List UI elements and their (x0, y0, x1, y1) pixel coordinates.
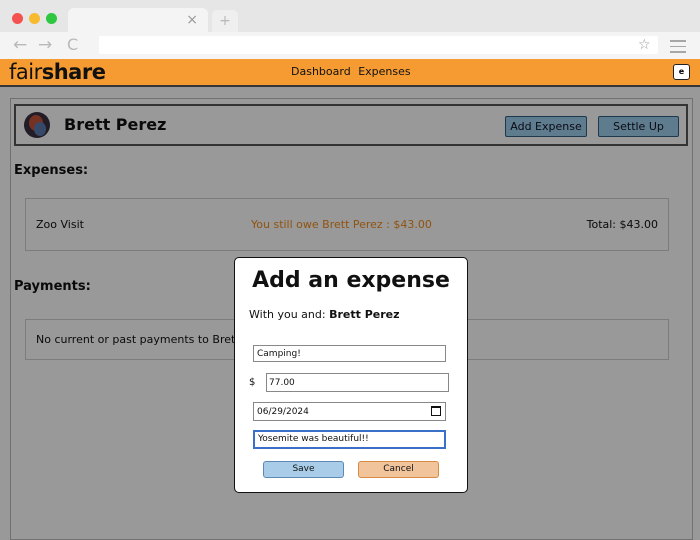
browser-tab-bar: × + (0, 0, 700, 32)
new-tab-button[interactable]: + (212, 10, 238, 32)
browser-tab[interactable]: × (68, 8, 208, 32)
modal-participants: With you and: Brett Perez (249, 308, 400, 321)
date-field[interactable]: 06/29/2024 (253, 402, 446, 421)
window-close-dot[interactable] (12, 13, 23, 24)
nav-dashboard-link[interactable]: Dashboard (291, 65, 351, 78)
browser-nav-bar: ← → C ☆ (0, 32, 700, 59)
forward-icon[interactable]: → (38, 35, 52, 55)
window-minimize-dot[interactable] (29, 13, 40, 24)
save-button[interactable]: Save (263, 461, 344, 478)
add-expense-modal: Add an expense With you and: Brett Perez… (234, 257, 468, 493)
cancel-button[interactable]: Cancel (358, 461, 439, 478)
browser-menu-icon[interactable] (670, 40, 686, 57)
user-menu-button[interactable]: e (673, 64, 690, 80)
bookmark-star-icon[interactable]: ☆ (638, 35, 651, 55)
currency-symbol: $ (249, 377, 256, 388)
reload-icon[interactable]: C (67, 35, 78, 55)
note-field[interactable]: Yosemite was beautiful!! (253, 430, 446, 449)
back-icon[interactable]: ← (13, 35, 27, 55)
window-maximize-dot[interactable] (46, 13, 57, 24)
main-nav: Dashboard Expenses (291, 59, 415, 85)
calendar-icon[interactable] (431, 406, 441, 416)
modal-title: Add an expense (252, 268, 450, 293)
fairshare-logo[interactable]: fairshare (9, 59, 106, 85)
participant-name: Brett Perez (329, 308, 400, 321)
nav-expenses-link[interactable]: Expenses (358, 65, 410, 78)
amount-field[interactable]: 77.00 (266, 373, 449, 392)
date-value: 06/29/2024 (257, 407, 309, 417)
description-field[interactable]: Camping! (253, 345, 446, 362)
app-header: fairshare Dashboard Expenses e (0, 59, 700, 87)
tab-close-icon[interactable]: × (186, 11, 198, 29)
address-bar[interactable] (99, 36, 658, 54)
